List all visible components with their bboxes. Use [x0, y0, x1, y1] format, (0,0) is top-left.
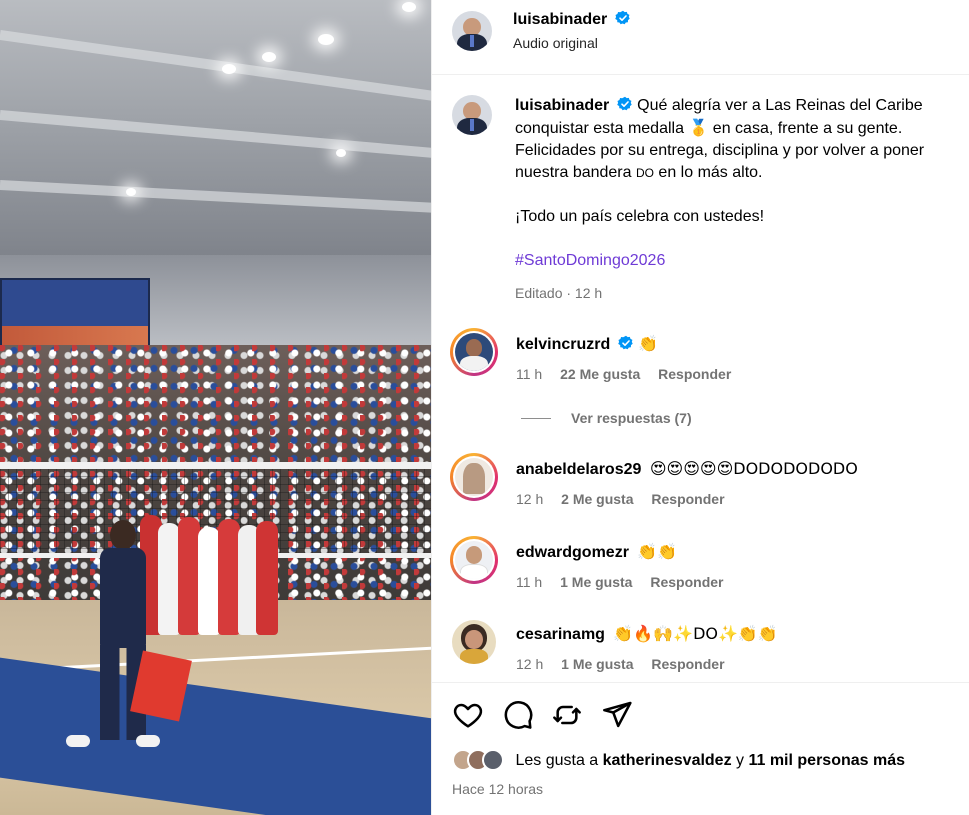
comment-text: 👏👏 — [637, 542, 678, 561]
comment-text: 👏 — [638, 334, 659, 353]
reply-button[interactable]: Responder — [658, 366, 731, 382]
verified-badge-icon — [617, 335, 633, 350]
post-panel: luisabinader Audio original luisabinader… — [431, 0, 969, 815]
comment-item: kelvincruzrd 👏 11 h 22 Me gusta Responde… — [450, 328, 960, 388]
likes-middle: y — [731, 752, 749, 769]
post-video[interactable] — [0, 0, 431, 815]
comment-icon[interactable] — [502, 699, 534, 731]
medal-emoji: 🥇 — [688, 118, 709, 137]
hashtag-link[interactable]: #SantoDomingo2026 — [515, 250, 965, 272]
audio-label[interactable]: Audio original — [513, 35, 631, 51]
edited-timestamp: Editado · 12 h — [515, 285, 603, 301]
comment-time: 12 h — [516, 491, 544, 507]
commenter-avatar[interactable] — [452, 620, 496, 664]
post-header: luisabinader Audio original — [432, 0, 969, 75]
send-icon[interactable] — [601, 699, 633, 731]
view-replies-label: Ver respuestas (7) — [571, 410, 692, 426]
reply-button[interactable]: Responder — [651, 656, 724, 672]
verified-badge-icon — [616, 96, 632, 111]
comment-item: edwardgomezr 👏👏 11 h 1 Me gusta Responde… — [450, 536, 960, 596]
comment-item: cesarinamg 👏🔥🙌✨DO✨👏👏 12 h 1 Me gusta Res… — [450, 618, 960, 678]
liker-username[interactable]: katherinesvaldez — [603, 752, 732, 769]
comment-time: 12 h — [516, 656, 544, 672]
verified-badge-icon — [614, 10, 630, 25]
comment-item: anabeldelaros29 😍😍😍😍😍DODODODODO 12 h 2 M… — [450, 453, 960, 513]
comment-username[interactable]: edwardgomezr — [516, 544, 629, 561]
comment-username[interactable]: anabeldelaros29 — [516, 461, 641, 478]
author-info: luisabinader Audio original — [513, 10, 631, 51]
author-username[interactable]: luisabinader — [513, 11, 607, 28]
commenter-avatar[interactable] — [450, 453, 498, 501]
comment-likes[interactable]: 22 Me gusta — [560, 366, 640, 382]
comment-likes[interactable]: 2 Me gusta — [561, 491, 633, 507]
comment-likes[interactable]: 1 Me gusta — [560, 574, 632, 590]
post-actions-bar: Les gusta a katherinesvaldez y 11 mil pe… — [432, 682, 969, 815]
comment-time: 11 h — [516, 574, 543, 590]
comment-text: 👏🔥🙌✨DO✨👏👏 — [613, 624, 778, 643]
commenter-avatar[interactable] — [450, 536, 498, 584]
commenter-avatar[interactable] — [450, 328, 498, 376]
post-timestamp: Hace 12 horas — [452, 781, 544, 797]
comment-username[interactable]: cesarinamg — [516, 626, 605, 643]
reply-button[interactable]: Responder — [650, 574, 723, 590]
repost-icon[interactable] — [551, 699, 583, 731]
comment-text: 😍😍😍😍😍DODODODODO — [649, 459, 858, 478]
reply-button[interactable]: Responder — [651, 491, 724, 507]
flag-emoji: DO — [635, 166, 654, 180]
author-avatar[interactable] — [452, 11, 492, 51]
comment-likes[interactable]: 1 Me gusta — [561, 656, 633, 672]
post-caption: luisabinader Qué alegría ver a Las Reina… — [515, 95, 965, 294]
volleyball-arena-scene — [0, 0, 431, 815]
heart-icon[interactable] — [452, 699, 484, 731]
comment-username[interactable]: kelvincruzrd — [516, 336, 610, 353]
likes-summary: Les gusta a katherinesvaldez y 11 mil pe… — [452, 749, 905, 777]
likes-count-link[interactable]: 11 mil personas más — [748, 752, 905, 769]
likes-prefix: Les gusta a — [515, 752, 603, 769]
liker-avatar — [482, 749, 504, 771]
caption-author-avatar[interactable] — [452, 95, 492, 135]
view-replies-button[interactable]: Ver respuestas (7) — [521, 410, 692, 426]
caption-text-3: en lo más alto. — [653, 164, 763, 181]
caption-line-2: ¡Todo un país celebra con ustedes! — [515, 208, 765, 225]
comment-time: 11 h — [516, 366, 543, 382]
caption-username[interactable]: luisabinader — [515, 97, 609, 114]
